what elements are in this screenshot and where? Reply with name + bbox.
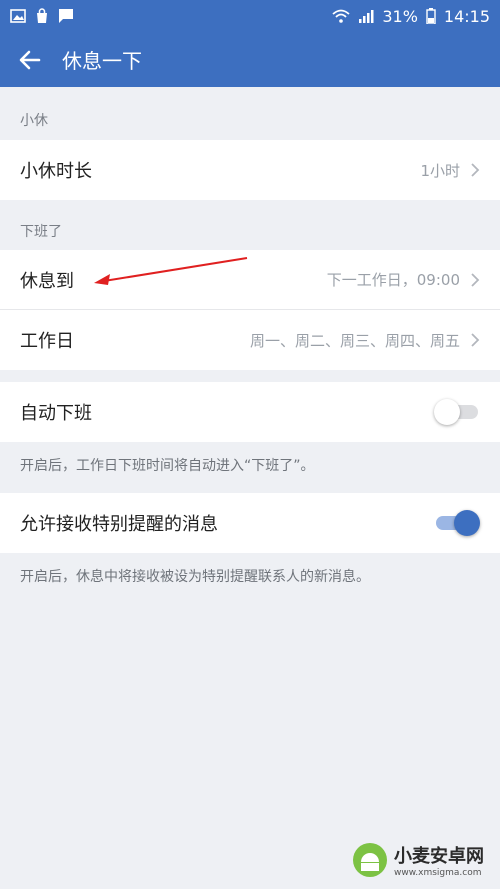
row-value: 下一工作日，09:00 — [326, 271, 460, 289]
row-title: 自动下班 — [20, 403, 92, 424]
chevron-right-icon — [471, 272, 480, 287]
arrow-left-icon — [19, 50, 41, 69]
wifi-icon — [332, 9, 350, 23]
auto-off-work-description: 开启后，工作日下班时间将自动进入“下班了”。 — [20, 458, 315, 474]
short-break-card: 小休时长 1小时 — [0, 140, 500, 200]
battery-percent: 31% — [382, 6, 418, 26]
watermark-logo: 小麦安卓网 www.xmsigma.com — [352, 837, 492, 883]
app-bar: 休息一下 — [0, 32, 500, 87]
row-title: 小休时长 — [20, 161, 92, 182]
signal-icon — [359, 10, 374, 23]
allow-special-row: 允许接收特别提醒的消息 — [0, 493, 500, 553]
row-title: 工作日 — [20, 331, 74, 352]
row-title: 休息到 — [20, 270, 74, 292]
page-title: 休息一下 — [62, 49, 142, 73]
android-icon — [353, 843, 387, 877]
back-button[interactable] — [0, 32, 60, 87]
allow-special-description: 开启后，休息中将接收被设为特别提醒联系人的新消息。 — [20, 569, 370, 585]
auto-off-work-toggle[interactable] — [434, 399, 480, 425]
watermark-name: 小麦安卓网 — [394, 846, 484, 867]
auto-off-work-card: 自动下班 — [0, 382, 500, 442]
chevron-right-icon — [471, 333, 480, 347]
chevron-right-icon — [471, 163, 480, 177]
shopping-bag-icon — [37, 8, 47, 23]
auto-off-work-row: 自动下班 — [0, 382, 500, 442]
allow-special-toggle[interactable] — [434, 510, 480, 536]
clock: 14:15 — [443, 6, 490, 26]
status-notification-icons — [10, 8, 74, 24]
section-label-off-work: 下班了 — [20, 224, 62, 240]
status-bar: 31% 14:15 — [0, 0, 500, 32]
row-value: 周一、周二、周三、周四、周五 — [249, 331, 460, 350]
battery-icon — [426, 8, 436, 24]
allow-special-card: 允许接收特别提醒的消息 — [0, 493, 500, 553]
image-notification-icon — [10, 9, 26, 23]
annotation-arrow-icon — [94, 257, 248, 285]
short-break-duration-row[interactable]: 小休时长 1小时 — [0, 140, 500, 200]
section-label-short-break: 小休 — [20, 113, 48, 129]
message-icon — [59, 9, 73, 23]
watermark-url: www.xmsigma.com — [394, 868, 482, 878]
row-title: 允许接收特别提醒的消息 — [20, 514, 218, 535]
workdays-row[interactable]: 工作日 周一、周二、周三、周四、周五 — [0, 310, 500, 370]
row-value: 1小时 — [420, 161, 460, 180]
